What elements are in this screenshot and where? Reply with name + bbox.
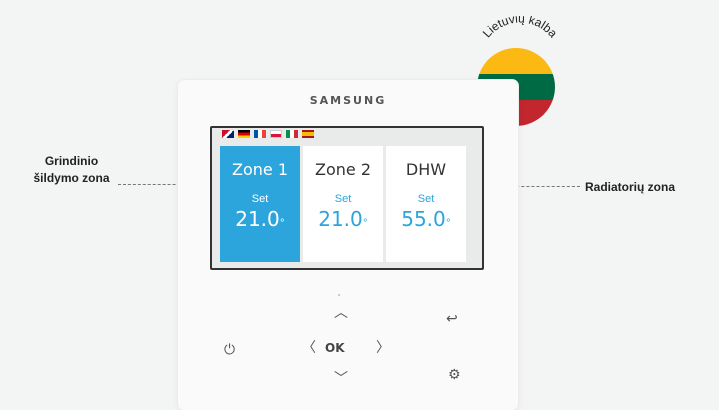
dhw-temperature: 55.0° [401, 207, 451, 231]
power-icon[interactable]: ⏻ [224, 343, 235, 357]
thermostat-controller: SAMSUNG Zone 1 Set 21.0° Zone 2 Set 21.0… [178, 80, 518, 410]
zone-1-temperature: 21.0° [235, 207, 285, 231]
svg-text:Lietuvių kalba: Lietuvių kalba [480, 16, 561, 41]
pl-flag-icon[interactable] [270, 130, 282, 138]
chevron-left-icon[interactable]: 〈 [302, 341, 316, 355]
dhw-set-label: Set [417, 193, 435, 205]
dhw-tile[interactable]: DHW Set 55.0° [386, 146, 466, 262]
zone-2-set-label: Set [334, 193, 352, 205]
gear-icon[interactable]: ⚙ [448, 368, 461, 382]
dhw-name: DHW [405, 160, 447, 179]
es-flag-icon[interactable] [302, 130, 314, 138]
chevron-down-icon[interactable]: ﹀ [334, 372, 348, 386]
fr-flag-icon[interactable] [254, 130, 266, 138]
brand-logo: SAMSUNG [309, 94, 387, 107]
zone-1-tile[interactable]: Zone 1 Set 21.0° [220, 146, 300, 262]
chevron-right-icon[interactable]: 〉 [376, 341, 390, 355]
back-arrow-icon[interactable]: ↩ [446, 312, 458, 326]
zone-1-set-label: Set [251, 193, 269, 205]
ok-button[interactable]: OK [325, 342, 345, 354]
de-flag-icon[interactable] [238, 130, 250, 138]
language-badge-label: Lietuvių kalba [470, 11, 570, 50]
language-flags [222, 130, 314, 138]
callout-radiator-zone: Radiatorių zona [585, 180, 676, 194]
it-flag-icon[interactable] [286, 130, 298, 138]
zone-2-tile[interactable]: Zone 2 Set 21.0° [303, 146, 383, 262]
callout-floor-heating-zone: Grindinio šildymo zona [33, 154, 110, 185]
language-badge-text: Lietuvių kalba [480, 11, 561, 40]
display-screen: Zone 1 Set 21.0° Zone 2 Set 21.0° DHW Se… [210, 126, 484, 270]
chevron-up-icon[interactable]: ︿ [334, 306, 348, 320]
gb-flag-icon[interactable] [222, 130, 234, 138]
zone-2-temperature: 21.0° [318, 207, 368, 231]
zone-2-name: Zone 2 [315, 160, 371, 179]
zone-1-name: Zone 1 [232, 160, 288, 179]
nav-indicator-dot [338, 294, 340, 296]
